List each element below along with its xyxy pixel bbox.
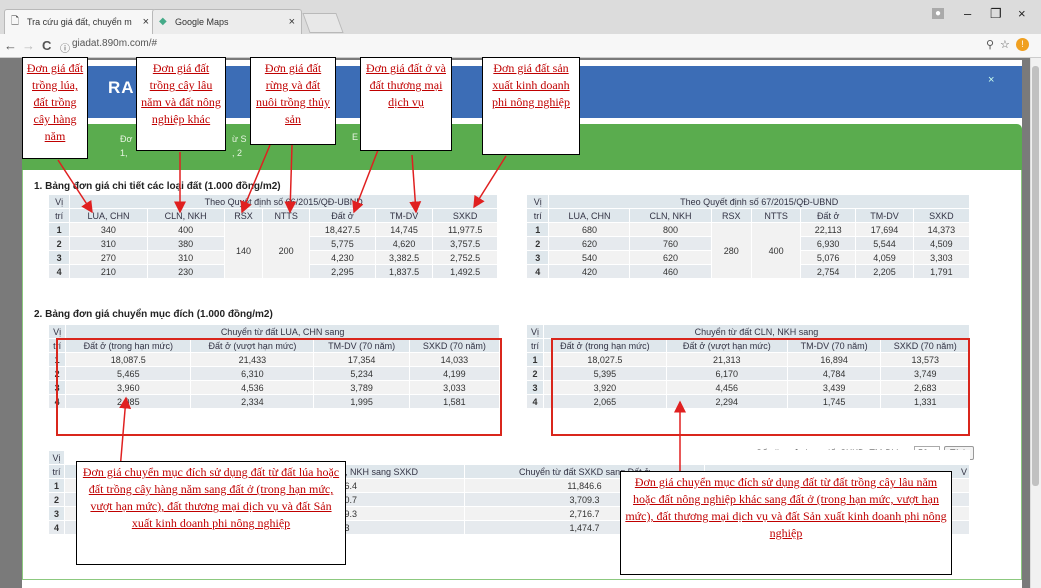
note-datso: Đơn giá đất ở và đất thương mại dịch vụ bbox=[360, 57, 452, 151]
arrow bbox=[284, 144, 297, 214]
note-rsx: Đơn giá đất rừng và đất nuôi trồng thủy … bbox=[250, 57, 336, 145]
note-sxkd: Đơn giá đất sản xuất kinh doanh phi nông… bbox=[482, 57, 580, 155]
note-lua: Đơn giá đất trồng lúa, đất trồng cây hàn… bbox=[22, 57, 88, 159]
note-conversion-cln: Đơn giá chuyển mục đích sử dụng đất từ đ… bbox=[620, 471, 952, 575]
arrow bbox=[57, 159, 93, 214]
arrow bbox=[409, 154, 422, 214]
arrow bbox=[473, 155, 507, 209]
note-conversion-lua: Đơn giá chuyển mục đích sử dụng đất từ đ… bbox=[76, 461, 346, 565]
arrow bbox=[240, 144, 271, 214]
arrow bbox=[119, 396, 132, 471]
arrow bbox=[352, 149, 379, 214]
note-cln: Đơn giá đất trồng cây lâu năm và đất nôn… bbox=[136, 57, 226, 151]
